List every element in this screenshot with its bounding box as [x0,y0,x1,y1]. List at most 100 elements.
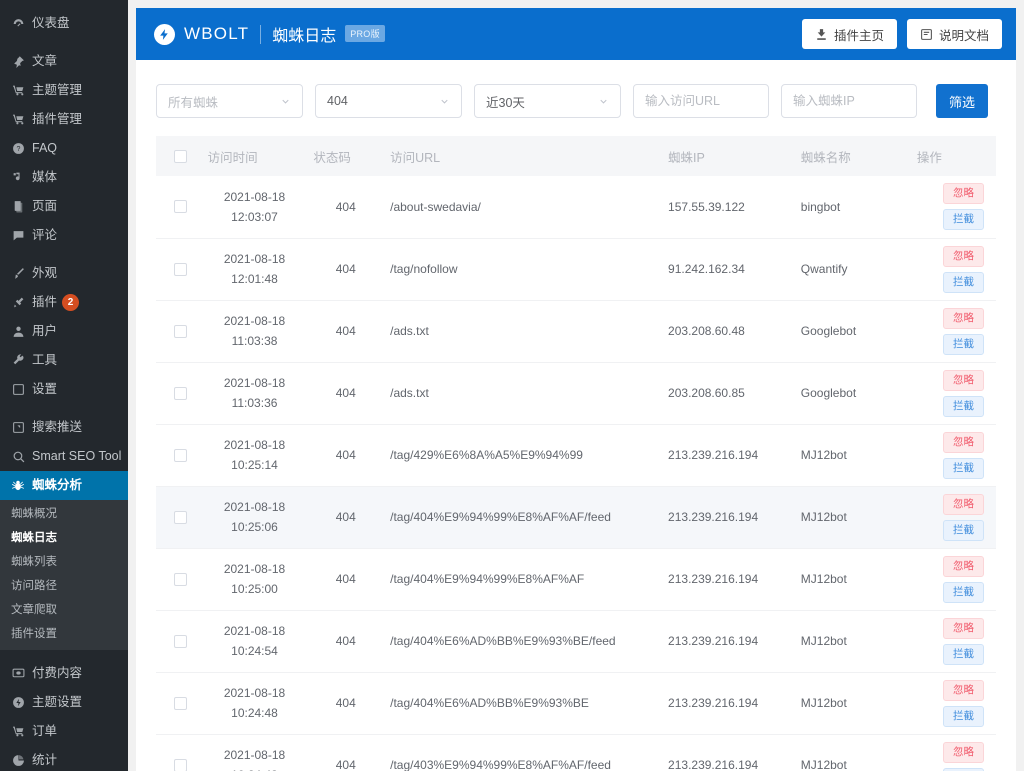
ignore-button[interactable]: 忽略 [943,183,984,204]
column-header-url: 访问URL [384,136,662,176]
plugin-home-button[interactable]: 插件主页 [802,19,897,49]
cell-ip: 203.208.60.48 [662,300,795,362]
sidebar-item-文章[interactable]: 文章 [0,47,128,76]
sidebar-item-页面[interactable]: 页面 [0,192,128,221]
menu-separator [0,404,128,413]
ignore-button[interactable]: 忽略 [943,556,984,577]
sidebar-item-spider-analysis[interactable]: 蜘蛛分析 [0,471,128,500]
ignore-button[interactable]: 忽略 [943,370,984,391]
row-checkbox[interactable] [174,697,187,710]
sidebar-item-label: 页面 [32,200,57,213]
submenu-item-4[interactable]: 文章爬取 [0,598,128,622]
sidebar-item-插件管理[interactable]: 插件管理 [0,105,128,134]
table-row[interactable]: 2021-08-1810:24:43404/tag/403%E9%94%99%E… [156,734,996,771]
sidebar-item-媒体[interactable]: 媒体 [0,163,128,192]
table-row[interactable]: 2021-08-1810:25:14404/tag/429%E6%8A%A5%E… [156,424,996,486]
sidebar-item-主题管理[interactable]: 主题管理 [0,76,128,105]
filter-submit-button[interactable]: 筛选 [936,84,988,118]
sidebar-item-外观[interactable]: 外观 [0,259,128,288]
row-checkbox[interactable] [174,325,187,338]
block-button[interactable]: 拦截 [943,272,984,293]
row-checkbox[interactable] [174,573,187,586]
ignore-button[interactable]: 忽略 [943,308,984,329]
cell-url: /tag/404%E6%AD%BB%E9%93%BE/feed [384,610,662,672]
cell-status-code: 404 [307,362,384,424]
table-row[interactable]: 2021-08-1810:24:54404/tag/404%E6%AD%BB%E… [156,610,996,672]
submenu-item-0[interactable]: 蜘蛛概况 [0,502,128,526]
sidebar-item-smart-seo-tool[interactable]: Smart SEO Tool [0,442,128,471]
cell-date: 2021-08-18 [208,559,302,579]
cell-ip: 213.239.216.194 [662,672,795,734]
page-title: 蜘蛛日志 [272,22,336,46]
cell-status-code: 404 [307,238,384,300]
table-row[interactable]: 2021-08-1812:01:48404/tag/nofollow91.242… [156,238,996,300]
sidebar-item-搜索推送[interactable]: 搜索推送 [0,413,128,442]
block-button[interactable]: 拦截 [943,582,984,603]
table-row[interactable]: 2021-08-1812:03:07404/about-swedavia/157… [156,176,996,238]
row-checkbox[interactable] [174,449,187,462]
block-button[interactable]: 拦截 [943,396,984,417]
row-checkbox[interactable] [174,635,187,648]
ignore-button[interactable]: 忽略 [943,742,984,763]
admin-page: 仪表盘文章主题管理插件管理?FAQ媒体页面评论外观插件2用户工具设置搜索推送Sm… [0,0,1024,771]
sidebar-item-统计[interactable]: 统计 [0,746,128,771]
plugin-home-label: 插件主页 [834,25,884,44]
sidebar-item-label: 订单 [32,725,57,738]
url-input[interactable] [633,84,769,118]
row-checkbox[interactable] [174,200,187,213]
sidebar-item-主题设置[interactable]: 主题设置 [0,688,128,717]
submenu-item-1[interactable]: 蜘蛛日志 [0,526,128,550]
cell-date: 2021-08-18 [208,621,302,641]
sidebar-item-仪表盘[interactable]: 仪表盘 [0,9,128,38]
ignore-button[interactable]: 忽略 [943,680,984,701]
ignore-button[interactable]: 忽略 [943,618,984,639]
cell-date: 2021-08-18 [208,311,302,331]
table-row[interactable]: 2021-08-1810:25:00404/tag/404%E9%94%99%E… [156,548,996,610]
spider-log-table: 访问时间 状态码 访问URL 蜘蛛IP 蜘蛛名称 操作 2021-08-1812… [156,136,996,771]
block-button[interactable]: 拦截 [943,209,984,230]
row-checkbox[interactable] [174,263,187,276]
submenu-item-2[interactable]: 蜘蛛列表 [0,550,128,574]
sidebar-item-用户[interactable]: 用户 [0,317,128,346]
sidebar-item-工具[interactable]: 工具 [0,346,128,375]
submenu-item-5[interactable]: 插件设置 [0,622,128,646]
sidebar-item-label: 工具 [32,354,57,367]
sidebar-item-插件[interactable]: 插件2 [0,288,128,317]
plug-icon [9,296,27,309]
block-button[interactable]: 拦截 [943,768,984,771]
ignore-button[interactable]: 忽略 [943,432,984,453]
status-code-select[interactable]: 404 [315,84,462,118]
submenu-item-3[interactable]: 访问路径 [0,574,128,598]
date-range-select[interactable]: 近30天 [474,84,621,118]
block-button[interactable]: 拦截 [943,706,984,727]
block-button[interactable]: 拦截 [943,334,984,355]
documentation-button[interactable]: 说明文档 [907,19,1002,49]
cell-clock: 10:24:48 [208,703,302,723]
row-checkbox[interactable] [174,511,187,524]
table-row[interactable]: 2021-08-1811:03:36404/ads.txt203.208.60.… [156,362,996,424]
cell-status-code: 404 [307,548,384,610]
column-header-ip: 蜘蛛IP [662,136,795,176]
block-button[interactable]: 拦截 [943,520,984,541]
cell-url: /ads.txt [384,362,662,424]
spider-select[interactable]: 所有蜘蛛 [156,84,303,118]
sidebar-item-设置[interactable]: 设置 [0,375,128,404]
select-all-checkbox[interactable] [174,150,187,163]
table-row[interactable]: 2021-08-1810:25:06404/tag/404%E9%94%99%E… [156,486,996,548]
table-row[interactable]: 2021-08-1810:24:48404/tag/404%E6%AD%BB%E… [156,672,996,734]
ignore-button[interactable]: 忽略 [943,246,984,267]
block-button[interactable]: 拦截 [943,458,984,479]
spider-select-value: 所有蜘蛛 [168,92,218,111]
cell-spider-name: MJ12bot [795,734,911,771]
sidebar-item-faq[interactable]: ?FAQ [0,134,128,163]
sidebar-item-评论[interactable]: 评论 [0,221,128,250]
sidebar-item-订单[interactable]: 订单 [0,717,128,746]
ip-input[interactable] [781,84,917,118]
block-button[interactable]: 拦截 [943,644,984,665]
table-row[interactable]: 2021-08-1811:03:38404/ads.txt203.208.60.… [156,300,996,362]
row-checkbox[interactable] [174,387,187,400]
cell-actions: 忽略拦截 [911,362,996,424]
row-checkbox[interactable] [174,759,187,771]
ignore-button[interactable]: 忽略 [943,494,984,515]
sidebar-item-付费内容[interactable]: 付费内容 [0,659,128,688]
